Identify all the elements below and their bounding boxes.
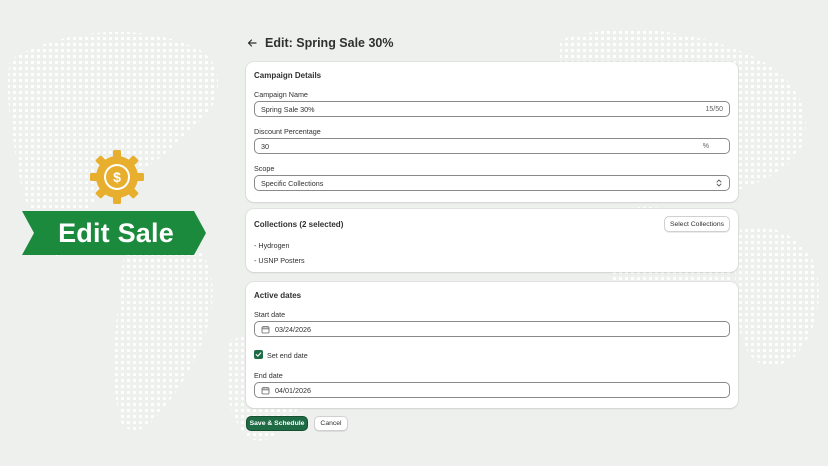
campaign-details-title: Campaign Details	[254, 71, 322, 80]
back-arrow-icon[interactable]	[246, 37, 258, 49]
campaign-details-card: Campaign Details Campaign Name Spring Sa…	[246, 62, 738, 202]
end-date-label: End date	[254, 371, 283, 380]
discount-percentage-label: Discount Percentage	[254, 127, 321, 136]
end-date-input[interactable]: 04/01/2026	[254, 382, 730, 398]
scope-label: Scope	[254, 164, 275, 173]
set-end-date-label[interactable]: Set end date	[267, 351, 308, 360]
end-date-value: 04/01/2026	[275, 385, 311, 395]
character-counter: 15/50	[705, 105, 723, 113]
collections-title: Collections (2 selected)	[254, 220, 344, 229]
percent-suffix: %	[702, 142, 709, 150]
save-schedule-button[interactable]: Save & Schedule	[246, 416, 308, 431]
select-collections-button[interactable]: Select Collections	[664, 216, 730, 232]
start-date-input[interactable]: 03/24/2026	[254, 321, 730, 337]
active-dates-title: Active dates	[254, 291, 302, 300]
start-date-label: Start date	[254, 310, 286, 319]
scope-select[interactable]: Specific Collections	[254, 175, 730, 191]
scope-value: Specific Collections	[261, 178, 324, 188]
gear-icon: $	[90, 150, 144, 204]
cancel-button[interactable]: Cancel	[314, 416, 348, 431]
select-arrows-icon	[715, 178, 723, 188]
calendar-icon	[261, 325, 270, 334]
svg-text:$: $	[113, 169, 121, 185]
discount-percentage-value: 30	[261, 141, 269, 151]
collection-item-hydrogen: - Hydrogen	[254, 241, 290, 250]
set-end-date-checkbox[interactable]	[254, 350, 263, 359]
calendar-icon	[261, 386, 270, 395]
badge-label: Edit Sale	[58, 217, 174, 248]
collections-card: Collections (2 selected) Select Collecti…	[246, 209, 738, 272]
campaign-name-input[interactable]: Spring Sale 30% 15/50	[254, 101, 730, 117]
campaign-name-value: Spring Sale 30%	[261, 104, 315, 114]
discount-percentage-input[interactable]: 30 %	[254, 138, 730, 154]
collection-item-usnp-posters: - USNP Posters	[254, 256, 305, 265]
page-title: Edit: Spring Sale 30%	[265, 36, 394, 50]
campaign-name-label: Campaign Name	[254, 90, 308, 99]
checkmark-icon	[255, 352, 262, 357]
page-header: Edit: Spring Sale 30%	[246, 34, 394, 52]
active-dates-card: Active dates Start date 03/24/2026 Set e…	[246, 282, 738, 408]
start-date-value: 03/24/2026	[275, 324, 311, 334]
